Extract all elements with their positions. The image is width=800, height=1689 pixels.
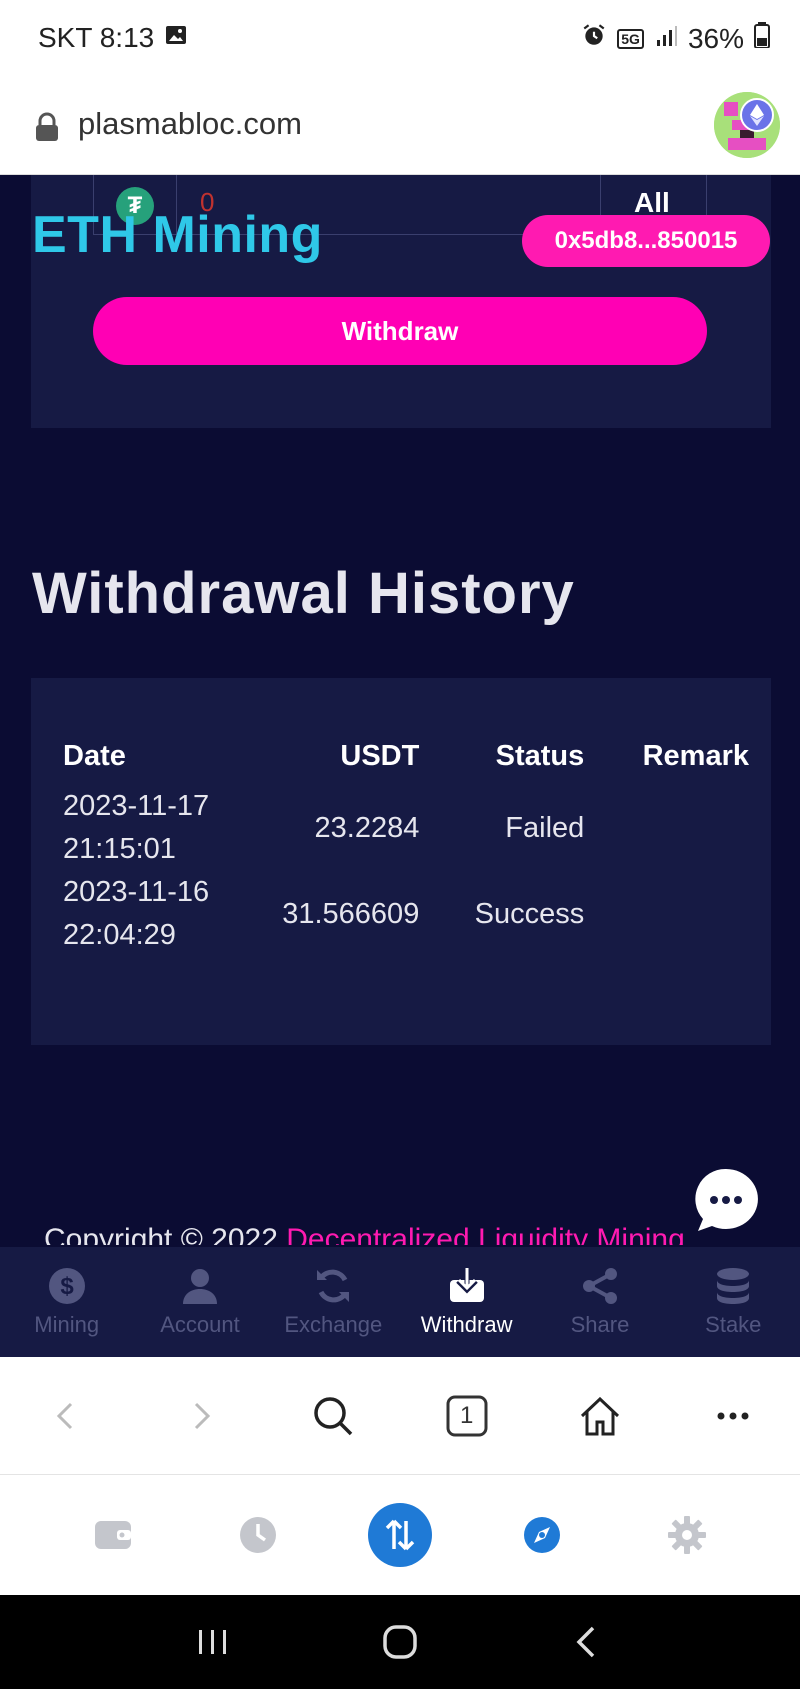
dock-swap-button[interactable] xyxy=(367,1503,432,1567)
chevron-left-icon xyxy=(56,1402,72,1429)
compass-icon xyxy=(524,1517,561,1553)
lock-icon xyxy=(36,112,58,141)
tab-label: Account xyxy=(160,1312,240,1337)
withdrawal-history-title: Withdrawal History xyxy=(32,561,575,626)
dollar-icon: $ xyxy=(48,1268,85,1304)
tab-mining[interactable]: $ Mining xyxy=(2,1266,132,1338)
tab-exchange[interactable]: Exchange xyxy=(268,1266,398,1338)
back-button[interactable] xyxy=(32,1381,102,1451)
copyright-prefix: Copyright © 2022 xyxy=(44,1223,278,1245)
copyright-text: Copyright © 2022 Decentralized Liquidity… xyxy=(44,1223,685,1245)
tabs-button[interactable]: 1 xyxy=(432,1381,502,1451)
status-bar: SKT 8:13 5G 36% xyxy=(0,0,800,80)
wallet-icon xyxy=(94,1521,131,1549)
swap-arrows-icon xyxy=(385,1519,415,1551)
withdraw-button[interactable]: Withdraw xyxy=(93,297,707,365)
back-chevron-icon xyxy=(576,1626,594,1658)
dock-wallet-button[interactable] xyxy=(78,1500,148,1570)
tab-share[interactable]: Share xyxy=(535,1266,665,1338)
column-header-status: Status xyxy=(495,740,585,772)
page-content: 0 All ₮ ETH Mining 0x5db8...850015 Withd… xyxy=(0,175,800,1245)
row-usdt: 31.566609 xyxy=(282,897,420,930)
more-button[interactable] xyxy=(698,1381,768,1451)
wallet-address-button[interactable]: 0x5db8...850015 xyxy=(522,215,770,267)
history-card: Date USDT Status Remark 2023-11-17 21:15… xyxy=(31,678,771,1045)
tab-stake[interactable]: Stake xyxy=(668,1266,798,1338)
back-system-button[interactable] xyxy=(557,1612,617,1672)
row-status: Failed xyxy=(505,811,585,844)
column-header-remark: Remark xyxy=(642,740,749,772)
dock-browser-button[interactable] xyxy=(507,1500,577,1570)
carrier-time: SKT 8:13 xyxy=(38,22,155,53)
image-notification-icon xyxy=(164,22,188,54)
row-remark xyxy=(584,871,749,957)
chevron-right-icon xyxy=(194,1402,211,1429)
alarm-icon xyxy=(581,22,607,55)
search-icon xyxy=(314,1396,353,1435)
url-text[interactable]: plasmabloc.com xyxy=(78,106,302,142)
row-date-day: 2023-11-17 xyxy=(63,790,210,822)
row-date-time: 22:04:29 xyxy=(63,919,176,951)
svg-text:$: $ xyxy=(60,1273,74,1300)
row-date: 2023-11-17 21:15:01 xyxy=(63,785,237,871)
tab-count: 1 xyxy=(459,1401,474,1429)
home-circle-icon xyxy=(383,1625,417,1659)
history-table: Date USDT Status Remark 2023-11-17 21:15… xyxy=(63,740,749,957)
dock-settings-button[interactable] xyxy=(652,1500,722,1570)
tab-label: Withdraw xyxy=(420,1312,513,1337)
column-header-usdt: USDT xyxy=(340,740,420,772)
browser-url-bar[interactable]: plasmabloc.com xyxy=(0,80,800,175)
recent-apps-button[interactable] xyxy=(183,1612,243,1672)
dock-history-button[interactable] xyxy=(223,1500,293,1570)
system-nav-bar xyxy=(0,1595,800,1689)
home-system-button[interactable] xyxy=(370,1612,430,1672)
user-icon xyxy=(182,1269,217,1304)
column-header-date: Date xyxy=(63,740,126,772)
table-row: 2023-11-17 21:15:01 23.2284 Failed xyxy=(63,785,749,871)
tab-label: Exchange xyxy=(284,1312,383,1337)
row-date: 2023-11-16 22:04:29 xyxy=(63,871,237,957)
bottom-tab-nav: $ Mining Account Exchange Withdraw Share… xyxy=(0,1247,800,1357)
row-date-time: 21:15:01 xyxy=(63,833,176,865)
forward-button[interactable] xyxy=(165,1381,235,1451)
chat-bubble-icon[interactable] xyxy=(690,1165,762,1237)
brand-title: ETH Mining xyxy=(32,206,323,264)
row-remark xyxy=(584,785,749,871)
download-icon xyxy=(449,1268,484,1302)
home-button[interactable] xyxy=(565,1381,635,1451)
tab-withdraw[interactable]: Withdraw xyxy=(402,1266,532,1338)
battery-icon xyxy=(754,22,770,55)
database-icon xyxy=(717,1268,750,1304)
wallet-dock xyxy=(0,1475,800,1595)
network-5g-icon: 5G xyxy=(617,28,644,49)
tab-account[interactable]: Account xyxy=(135,1266,265,1338)
copyright-link[interactable]: Decentralized Liquidity Mining xyxy=(286,1223,685,1245)
refresh-icon xyxy=(317,1269,350,1303)
tab-label: Share xyxy=(570,1312,630,1337)
more-dots-icon xyxy=(717,1412,749,1419)
recent-apps-icon xyxy=(199,1630,227,1654)
ethereum-icon xyxy=(740,98,774,132)
home-icon xyxy=(580,1396,619,1435)
tab-label: Mining xyxy=(34,1312,100,1337)
browser-toolbar: 1 xyxy=(0,1357,800,1475)
row-usdt: 23.2284 xyxy=(314,811,420,844)
clock-icon xyxy=(239,1517,276,1553)
row-status: Success xyxy=(474,897,585,930)
table-header-row: Date USDT Status Remark xyxy=(63,740,749,785)
battery-text: 36% xyxy=(687,22,744,54)
share-icon xyxy=(582,1268,617,1304)
tab-label: Stake xyxy=(705,1312,762,1337)
account-avatar[interactable] xyxy=(714,92,780,158)
gear-icon xyxy=(668,1516,707,1554)
search-button[interactable] xyxy=(298,1381,368,1451)
row-date-day: 2023-11-16 xyxy=(63,876,210,908)
signal-icon xyxy=(654,23,678,55)
table-row: 2023-11-16 22:04:29 31.566609 Success xyxy=(63,871,749,957)
